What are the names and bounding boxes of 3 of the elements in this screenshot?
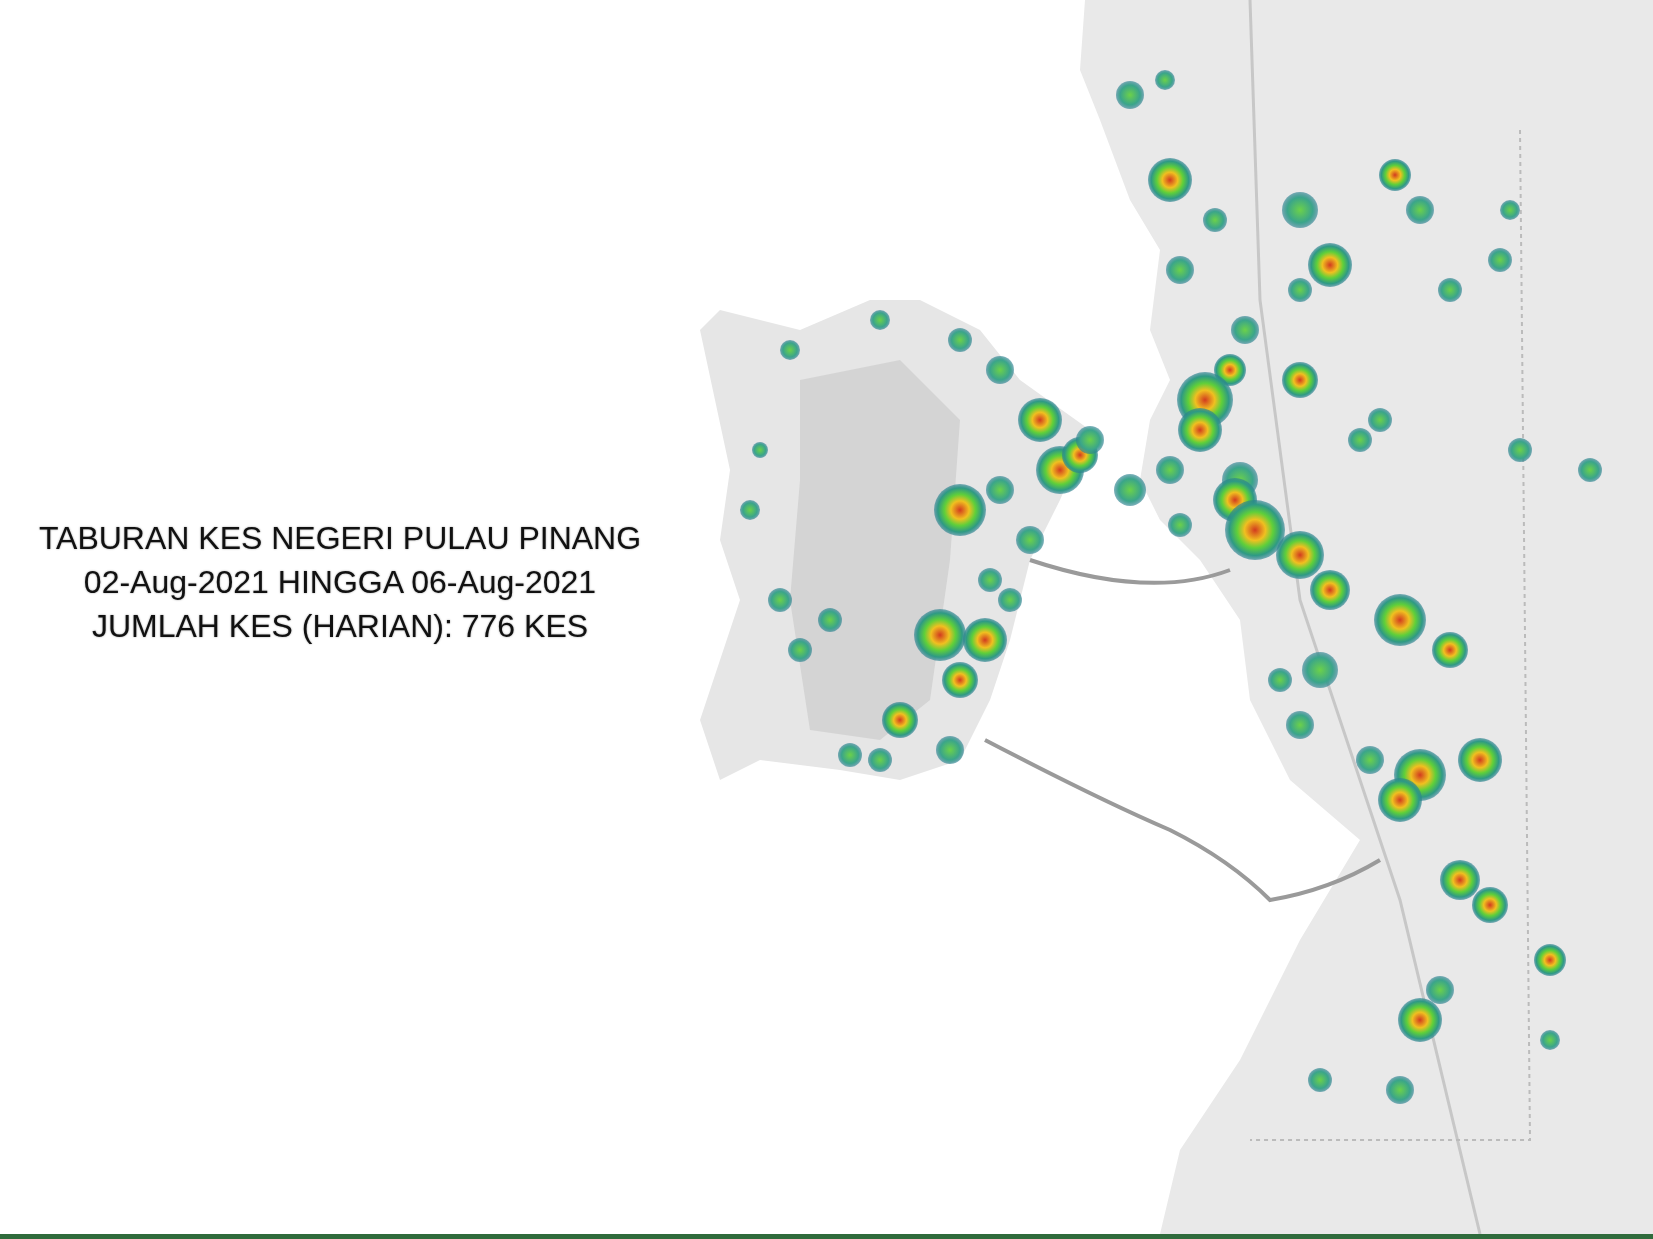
map-title-line: JUMLAH KES (HARIAN): 776 KES [91,607,589,646]
map-title-line: 02-Aug-2021 HINGGA 06-Aug-2021 [83,563,597,602]
map-title-line: TABURAN KES NEGERI PULAU PINANG [38,519,642,558]
